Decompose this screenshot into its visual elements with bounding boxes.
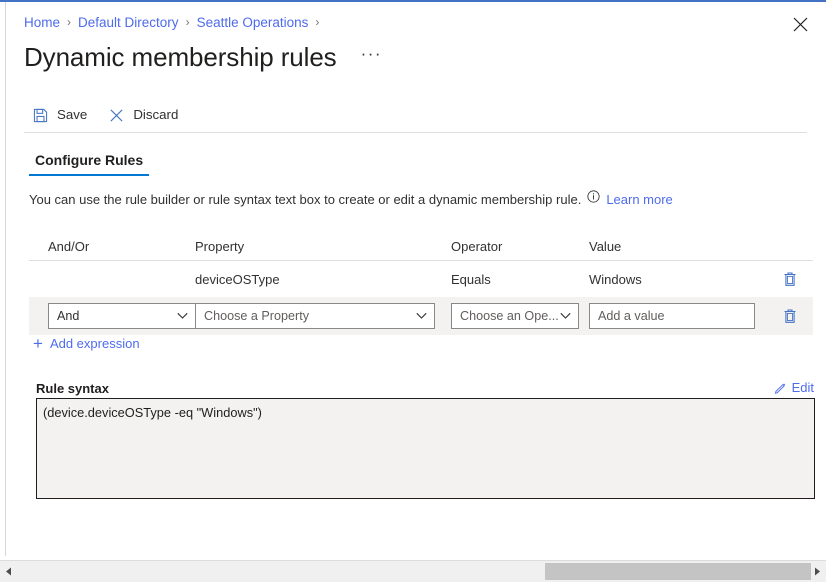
- page-title: Dynamic membership rules: [24, 42, 337, 72]
- andor-cell: And: [29, 303, 196, 329]
- column-header-andor: And/Or: [48, 238, 90, 254]
- description-row: You can use the rule builder or rule syn…: [29, 190, 673, 207]
- andor-select[interactable]: And: [48, 303, 196, 329]
- close-blade-button[interactable]: [786, 10, 814, 38]
- rules-table-header: And/Or Property Operator Value: [29, 232, 813, 260]
- breadcrumb-item-default-directory[interactable]: Default Directory: [78, 15, 179, 30]
- edit-label: Edit: [791, 380, 814, 395]
- breadcrumb-item-seattle-operations[interactable]: Seattle Operations: [197, 15, 309, 30]
- rule-syntax-label: Rule syntax: [36, 381, 109, 396]
- column-header-value: Value: [589, 238, 622, 254]
- description-text: You can use the rule builder or rule syn…: [29, 192, 582, 207]
- discard-x-icon: [106, 106, 126, 124]
- close-icon: [793, 17, 807, 31]
- edit-rule-syntax-button[interactable]: Edit: [774, 380, 814, 395]
- chevron-down-icon: [560, 312, 571, 320]
- save-icon: [30, 106, 50, 124]
- discard-button[interactable]: Discard: [100, 100, 187, 130]
- tab-strip: Configure Rules: [29, 148, 150, 176]
- command-bar: Save Discard: [24, 98, 807, 132]
- scrollbar-track[interactable]: [17, 561, 811, 582]
- dynamic-membership-rules-blade: Home › Default Directory › Seattle Opera…: [7, 2, 826, 556]
- blade-bottom-filler: [14, 499, 826, 556]
- column-header-operator: Operator: [451, 238, 503, 254]
- discard-button-label: Discard: [133, 107, 179, 122]
- andor-select-value: And: [57, 309, 80, 323]
- plus-icon: +: [33, 334, 43, 353]
- pencil-icon: [774, 381, 787, 394]
- save-button-label: Save: [57, 107, 88, 122]
- add-expression-label: Add expression: [49, 336, 140, 351]
- trash-icon: [784, 272, 796, 286]
- operator-select[interactable]: Choose an Ope...: [451, 303, 579, 329]
- scroll-right-arrow-icon[interactable]: [809, 561, 826, 582]
- learn-more-link[interactable]: Learn more: [606, 192, 672, 207]
- editor-row-delete-cell: [767, 305, 813, 327]
- operator-cell: Choose an Ope...: [451, 303, 589, 329]
- breadcrumb-separator-icon: ›: [67, 15, 72, 29]
- chevron-down-icon: [416, 312, 427, 320]
- value-cell: [589, 303, 767, 329]
- delete-rule-button[interactable]: [779, 268, 801, 290]
- save-button[interactable]: Save: [24, 100, 96, 130]
- add-expression-button[interactable]: + Add expression: [33, 334, 140, 353]
- property-select-placeholder: Choose a Property: [204, 309, 310, 323]
- breadcrumb-item-home[interactable]: Home: [24, 15, 60, 30]
- column-header-property: Property: [195, 238, 245, 254]
- property-select[interactable]: Choose a Property: [195, 303, 435, 329]
- table-row: deviceOSType Equals Windows: [29, 261, 813, 297]
- rule-syntax-textarea[interactable]: [36, 398, 815, 499]
- breadcrumb-separator-icon: ›: [315, 15, 320, 29]
- operator-select-placeholder: Choose an Ope...: [460, 309, 559, 323]
- scrollbar-thumb[interactable]: [545, 563, 811, 580]
- blade-left-edge-strip: [0, 2, 6, 556]
- command-bar-divider: [24, 132, 807, 133]
- more-options-ellipsis-icon[interactable]: ···: [357, 43, 386, 71]
- tab-configure-rules-label: Configure Rules: [35, 152, 144, 168]
- table-row-editor: And Choose a Property Choose an Ope...: [29, 297, 813, 335]
- title-row: Dynamic membership rules ···: [24, 36, 814, 78]
- rule-row-operator: Equals: [451, 271, 491, 287]
- delete-expression-button[interactable]: [779, 305, 801, 327]
- rule-row-value: Windows: [589, 271, 642, 287]
- value-input[interactable]: [589, 303, 755, 329]
- horizontal-scrollbar[interactable]: [0, 560, 826, 582]
- tab-configure-rules[interactable]: Configure Rules: [29, 148, 150, 176]
- scroll-left-arrow-icon[interactable]: [0, 561, 17, 582]
- info-circle-icon[interactable]: [586, 190, 600, 204]
- breadcrumb: Home › Default Directory › Seattle Opera…: [24, 12, 326, 32]
- trash-icon: [784, 309, 796, 323]
- property-cell: Choose a Property: [195, 303, 451, 329]
- rule-row-property: deviceOSType: [195, 271, 280, 287]
- chevron-down-icon: [177, 312, 188, 320]
- rules-table: And/Or Property Operator Value deviceOST…: [29, 232, 813, 335]
- breadcrumb-separator-icon: ›: [185, 15, 190, 29]
- rule-row-delete-cell: [767, 268, 813, 290]
